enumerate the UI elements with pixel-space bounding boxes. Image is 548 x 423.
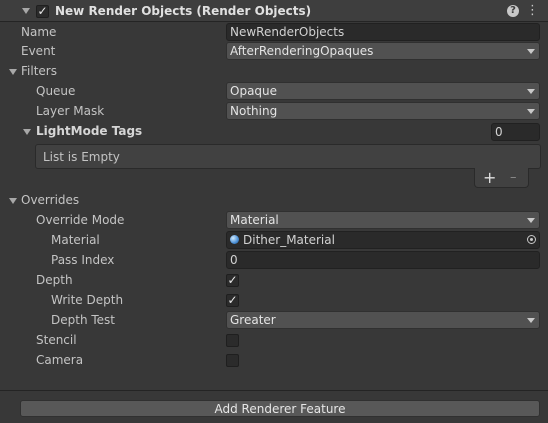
queue-dropdown[interactable]: Opaque <box>226 82 540 100</box>
remove-element-button[interactable]: – <box>510 168 517 188</box>
name-label: Name <box>21 25 57 39</box>
depth-test-dropdown[interactable]: Greater <box>226 311 540 329</box>
material-object-field[interactable]: Dither_Material <box>226 231 540 249</box>
overrides-section-label[interactable]: Overrides <box>21 190 79 210</box>
layer-mask-label: Layer Mask <box>36 104 105 118</box>
event-dropdown-value: AfterRenderingOpaques <box>230 44 374 58</box>
stencil-label: Stencil <box>36 333 77 347</box>
add-renderer-feature-button[interactable]: Add Renderer Feature <box>20 400 540 417</box>
feature-enabled-checkbox[interactable]: ✓ <box>36 5 49 18</box>
filters-section-label[interactable]: Filters <box>21 61 57 81</box>
chevron-down-icon <box>527 318 535 323</box>
layer-mask-dropdown[interactable]: Nothing <box>226 102 540 120</box>
depth-test-label: Depth Test <box>51 313 115 327</box>
footer-divider <box>0 390 548 391</box>
material-value: Dither_Material <box>243 233 335 247</box>
lightmode-list: List is Empty <box>35 144 541 169</box>
stencil-checkbox[interactable] <box>226 334 239 347</box>
event-label: Event <box>21 44 56 58</box>
chevron-down-icon <box>527 109 535 114</box>
depth-label: Depth <box>36 273 73 287</box>
feature-title: New Render Objects (Render Objects) <box>55 4 312 18</box>
lightmode-tags-label[interactable]: LightMode Tags <box>36 121 142 141</box>
feature-header[interactable]: ✓ New Render Objects (Render Objects) ? … <box>0 0 548 22</box>
queue-dropdown-value: Opaque <box>230 84 278 98</box>
chevron-down-icon <box>527 89 535 94</box>
overrides-foldout-arrow[interactable] <box>9 198 17 204</box>
override-mode-label: Override Mode <box>36 213 125 227</box>
write-depth-label: Write Depth <box>51 293 124 307</box>
queue-label: Queue <box>36 84 76 98</box>
name-field[interactable]: NewRenderObjects <box>226 23 540 41</box>
pass-index-field[interactable]: 0 <box>226 251 540 269</box>
event-dropdown[interactable]: AfterRenderingOpaques <box>226 42 540 60</box>
list-footer: + – <box>474 168 529 188</box>
pass-index-label: Pass Index <box>51 253 115 267</box>
lightmode-count-field[interactable]: 0 <box>491 123 540 141</box>
filters-foldout-arrow[interactable] <box>9 69 17 75</box>
lightmode-foldout-arrow[interactable] <box>23 129 31 135</box>
list-empty-text: List is Empty <box>43 150 120 164</box>
camera-checkbox[interactable] <box>226 354 239 367</box>
add-element-button[interactable]: + <box>483 168 496 188</box>
chevron-down-icon <box>527 49 535 54</box>
write-depth-checkbox[interactable]: ✓ <box>226 294 239 307</box>
header-foldout-arrow[interactable] <box>22 8 30 14</box>
gear-icon[interactable]: ⋮ <box>526 1 539 21</box>
depth-checkbox[interactable]: ✓ <box>226 274 239 287</box>
material-label: Material <box>51 233 100 247</box>
override-mode-dropdown[interactable]: Material <box>226 211 540 229</box>
material-icon <box>230 235 239 244</box>
override-mode-dropdown-value: Material <box>230 213 279 227</box>
chevron-down-icon <box>527 218 535 223</box>
camera-label: Camera <box>36 353 84 367</box>
layer-mask-dropdown-value: Nothing <box>230 104 278 118</box>
object-picker-icon[interactable] <box>527 235 536 244</box>
help-icon[interactable]: ? <box>507 5 519 17</box>
depth-test-dropdown-value: Greater <box>230 313 276 327</box>
